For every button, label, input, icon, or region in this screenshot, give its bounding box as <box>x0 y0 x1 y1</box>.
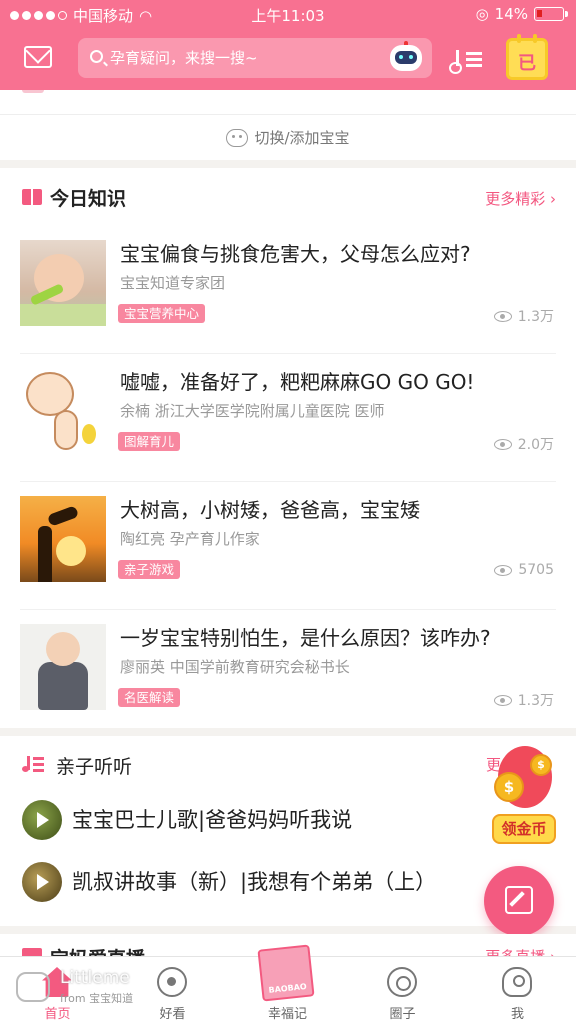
views-icon <box>493 438 512 450</box>
checkin-label: 已 <box>518 53 536 74</box>
watermark-line2: from 宝宝知道 <box>60 992 134 1005</box>
book-icon <box>22 189 42 205</box>
status-right: ◎ 14% <box>475 5 568 23</box>
section-title: 亲子听听 <box>56 756 133 778</box>
music-notes-icon <box>22 754 46 774</box>
views-icon <box>493 694 512 706</box>
article-author: 廖丽英 中国学前教育研究会秘书长 <box>120 658 350 676</box>
music-list-icon[interactable] <box>449 46 486 74</box>
article-title: 一岁宝宝特别怕生，是什么原因？该咋办? <box>120 626 491 650</box>
article-author: 余楠 浙江大学医学院附属儿童医院 医师 <box>120 402 385 420</box>
audio-title: 宝宝巴士儿歌|爸爸妈妈听我说 <box>72 808 353 832</box>
article-item[interactable]: 宝宝偏食与挑食危害大，父母怎么应对? 宝宝知道专家团 宝宝营养中心 1.3万 <box>20 226 556 354</box>
tab-label: 幸福记 <box>267 1007 307 1022</box>
profile-icon <box>502 967 532 997</box>
tab-circle[interactable]: 圈子 <box>345 957 460 1024</box>
battery-percent: 14% <box>494 5 528 23</box>
watermark: Littleme from 宝宝知道 <box>16 968 156 1010</box>
article-author: 陶红亮 孕产育儿作家 <box>120 530 260 548</box>
tab-label: 我 <box>510 1007 524 1022</box>
nav-row: 已 <box>0 34 576 80</box>
article-tag[interactable]: 名医解读 <box>118 688 181 707</box>
more-link[interactable]: 更多直播 › <box>485 946 556 956</box>
calendar-checkin-icon[interactable]: 已 <box>506 34 548 80</box>
knowledge-header: 今日知识 更多精彩 › <box>0 168 576 228</box>
article-thumbnail <box>20 368 106 454</box>
article-item[interactable]: 大树高，小树矮，爸爸高，宝宝矮 陶红亮 孕产育儿作家 亲子游戏 5705 <box>20 482 556 610</box>
status-bar: 中国移动 ◠ 上午11:03 ◎ 14% <box>0 0 576 30</box>
robot-assistant-icon[interactable] <box>388 41 424 75</box>
switch-baby-label: 切换/添加宝宝 <box>254 129 350 147</box>
views-icon <box>494 564 513 576</box>
watermark-logo-icon <box>16 972 50 1002</box>
tab-me[interactable]: 我 <box>460 957 575 1024</box>
article-views: 1.3万 <box>493 306 554 326</box>
article-title: 嘘嘘，准备好了，粑粑麻麻GO GO GO! <box>120 370 475 394</box>
knowledge-section: 今日知识 更多精彩 › 宝宝偏食与挑食危害大，父母怎么应对? 宝宝知道专家团 宝… <box>0 168 576 728</box>
article-thumbnail <box>20 240 106 326</box>
article-author: 宝宝知道专家团 <box>120 274 226 292</box>
watermark-line1: Littleme <box>60 968 130 988</box>
play-icon[interactable] <box>22 800 62 840</box>
article-views: 2.0万 <box>493 434 554 454</box>
audio-title: 凯叔讲故事（新）|我想有个弟弟（上） <box>72 870 437 894</box>
circle-icon <box>387 967 417 997</box>
search-icon <box>90 50 103 63</box>
compose-button[interactable] <box>484 866 554 936</box>
article-thumbnail <box>20 496 106 582</box>
article-item[interactable]: 一岁宝宝特别怕生，是什么原因？该咋办? 廖丽英 中国学前教育研究会秘书长 名医解… <box>20 610 556 738</box>
article-item[interactable]: 嘘嘘，准备好了，粑粑麻麻GO GO GO! 余楠 浙江大学医学院附属儿童医院 医… <box>20 354 556 482</box>
article-views: 5705 <box>494 562 554 578</box>
article-thumbnail <box>20 624 106 710</box>
more-link[interactable]: 更多精彩 › <box>485 188 556 209</box>
get-coins-button[interactable]: 领金币 <box>492 814 556 844</box>
article-tag[interactable]: 亲子游戏 <box>118 560 181 579</box>
header-bar: 中国移动 ◠ 上午11:03 ◎ 14% 已 <box>0 0 576 90</box>
section-title: 宝妈爱直播 <box>50 944 145 956</box>
battery-icon <box>534 7 568 21</box>
lock-rotation-icon: ◎ <box>475 5 489 23</box>
search-bar[interactable] <box>78 38 432 78</box>
edit-icon <box>505 886 533 914</box>
eye-icon <box>157 967 187 997</box>
article-tag[interactable]: 图解育儿 <box>118 432 181 451</box>
tab-label: 圈子 <box>389 1007 416 1022</box>
search-input[interactable] <box>110 46 380 70</box>
baby-info-strip <box>0 90 576 114</box>
diary-book-icon: BAOBAO <box>257 944 315 1002</box>
baby-face-icon <box>226 128 249 147</box>
play-icon[interactable] <box>22 862 62 902</box>
article-title: 宝宝偏食与挑食危害大，父母怎么应对? <box>120 242 471 266</box>
live-icon <box>22 948 42 956</box>
switch-baby-button[interactable]: 切换/添加宝宝 <box>0 114 576 160</box>
strip-indicator <box>22 90 44 93</box>
mail-icon[interactable] <box>24 46 52 68</box>
coin-reward-widget[interactable]: $ $ 领金币 <box>490 744 558 850</box>
views-icon <box>493 310 512 322</box>
tab-diary[interactable]: BAOBAO 幸福记 <box>230 944 345 1024</box>
article-views: 1.3万 <box>493 690 554 710</box>
coin-icon: $ <box>530 754 552 776</box>
section-title: 今日知识 <box>50 188 127 210</box>
coin-icon: $ <box>494 772 524 802</box>
article-title: 大树高，小树矮，爸爸高，宝宝矮 <box>120 498 420 522</box>
article-tag[interactable]: 宝宝营养中心 <box>118 304 206 323</box>
